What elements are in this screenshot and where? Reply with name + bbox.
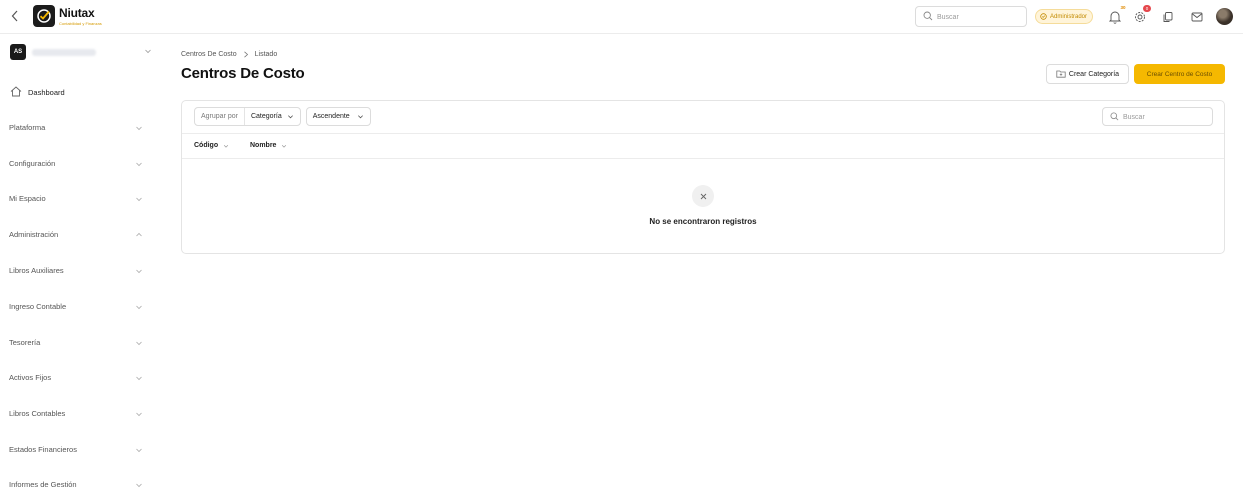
role-label: Administrador (1050, 13, 1088, 20)
cost-centers-table-card: Agrupar por Categoría Ascendente Código … (181, 100, 1225, 254)
chevron-down-icon (136, 341, 142, 346)
sidebar-item-label: Ingreso Contable (9, 302, 67, 311)
chevron-down-icon (287, 115, 293, 119)
sidebar-item-configuracion[interactable]: Configuración (9, 156, 149, 172)
column-header-label: Código (194, 142, 219, 149)
empty-state-icon (692, 185, 714, 207)
brand-tagline: Contabilidad y Finanzas (59, 21, 102, 26)
page-title: Centros De Costo (181, 65, 305, 82)
chevron-down-icon (136, 448, 142, 453)
sidebar-item-tesoreria[interactable]: Tesorería (9, 335, 149, 351)
create-cost-center-label: Crear Centro de Costo (1146, 70, 1213, 78)
filter-bar: Agrupar por Categoría Ascendente (194, 107, 371, 126)
breadcrumb-current: Listado (254, 51, 278, 58)
group-by-value: Categoría (250, 113, 282, 120)
chevron-down-icon (136, 376, 142, 381)
sidebar: AS Dashboard Plataforma Configuración Mi… (0, 35, 160, 496)
sidebar-item-administracion[interactable]: Administración (9, 227, 149, 243)
settings-gear-icon (1135, 12, 1145, 22)
copy-icon (1163, 12, 1173, 22)
chevron-up-icon (136, 232, 142, 237)
chevron-right-icon (243, 51, 248, 58)
brand-logo[interactable] (33, 5, 55, 27)
create-category-label: Crear Categoría (1068, 70, 1120, 78)
sort-order-value: Ascendente (312, 113, 350, 120)
user-avatar[interactable] (1216, 8, 1233, 25)
check-logo-icon (37, 9, 51, 23)
mail-button[interactable] (1190, 9, 1206, 25)
sidebar-item-label: Tesorería (9, 338, 41, 347)
sidebar-item-libros-auxiliares[interactable]: Libros Auxiliares (9, 263, 149, 279)
search-icon (923, 11, 933, 21)
chevron-down-icon (223, 144, 229, 148)
alerts-count: 0 (1143, 5, 1151, 12)
shield-icon (1040, 13, 1047, 20)
sidebar-item-mi-espacio[interactable]: Mi Espacio (9, 191, 149, 207)
brand-name: Niutax (59, 6, 95, 20)
sidebar-item-label: Activos Fijos (9, 373, 52, 382)
sidebar-item-label: Libros Auxiliares (9, 266, 64, 275)
search-icon (1110, 112, 1119, 121)
back-button[interactable] (8, 9, 22, 25)
notifications-count: 30 (1120, 5, 1126, 10)
chevron-down-icon (136, 483, 142, 488)
chevron-left-icon (11, 10, 18, 22)
chevron-down-icon (136, 126, 142, 131)
chevron-down-icon (357, 115, 363, 119)
sidebar-item-libros-contables[interactable]: Libros Contables (9, 406, 149, 422)
group-by-label: Agrupar por (195, 108, 245, 125)
chevron-down-icon (136, 269, 142, 274)
sidebar-item-label: Dashboard (28, 88, 65, 97)
sidebar-item-ingreso-contable[interactable]: Ingreso Contable (9, 299, 149, 315)
sidebar-item-label: Mi Espacio (9, 194, 46, 203)
notifications-button[interactable]: 30 (1108, 5, 1126, 25)
column-header-nombre[interactable]: Nombre (250, 142, 287, 149)
create-category-button[interactable]: Crear Categoría (1046, 64, 1129, 84)
chevron-down-icon (136, 412, 142, 417)
bell-icon (1109, 11, 1121, 24)
workspace-initials: AS (10, 44, 26, 60)
folder-plus-icon (1056, 70, 1066, 78)
breadcrumb-link[interactable]: Centros De Costo (181, 51, 237, 58)
table-search-input[interactable] (1123, 111, 1209, 123)
group-by-select[interactable]: Categoría (245, 108, 300, 125)
chevron-down-icon (145, 49, 151, 54)
breadcrumb: Centros De Costo Listado (181, 51, 277, 58)
close-icon (700, 193, 706, 199)
chevron-down-icon (136, 162, 142, 167)
sidebar-item-label: Estados Financieros (9, 445, 77, 454)
sidebar-item-label: Administración (9, 230, 59, 239)
create-cost-center-button[interactable]: Crear Centro de Costo (1134, 64, 1225, 84)
mail-icon (1191, 12, 1203, 22)
chevron-down-icon (136, 197, 142, 202)
role-badge[interactable]: Administrador (1035, 9, 1094, 24)
sidebar-item-activos-fijos[interactable]: Activos Fijos (9, 370, 149, 386)
workspace-name-redacted (32, 49, 96, 56)
home-icon (10, 86, 22, 97)
column-header-label: Nombre (250, 142, 277, 149)
group-by-control: Agrupar por Categoría (194, 107, 301, 126)
table-header: Código Nombre (182, 133, 1224, 159)
sidebar-item-label: Libros Contables (9, 409, 66, 418)
alerts-button[interactable]: 0 (1133, 5, 1151, 25)
sidebar-item-label: Plataforma (9, 123, 46, 132)
global-search[interactable] (915, 6, 1027, 27)
sidebar-item-dashboard[interactable]: Dashboard (9, 85, 149, 101)
sidebar-item-plataforma[interactable]: Plataforma (9, 120, 149, 136)
chevron-down-icon (136, 305, 142, 310)
sidebar-item-label: Informes de Gestión (9, 480, 77, 489)
sidebar-item-label: Configuración (9, 159, 56, 168)
global-search-input[interactable] (937, 10, 1023, 24)
empty-state-message: No se encontraron registros (649, 217, 757, 226)
table-search[interactable] (1102, 107, 1213, 126)
sort-order-select[interactable]: Ascendente (305, 107, 371, 126)
top-bar: Niutax Contabilidad y Finanzas Administr… (0, 0, 1243, 34)
copy-button[interactable] (1161, 9, 1177, 25)
workspace-selector[interactable]: AS (10, 44, 155, 60)
column-header-codigo[interactable]: Código (194, 142, 229, 149)
chevron-down-icon (282, 144, 287, 148)
sidebar-item-informes-de-gestion[interactable]: Informes de Gestión (9, 477, 149, 493)
sidebar-item-estados-financieros[interactable]: Estados Financieros (9, 442, 149, 458)
